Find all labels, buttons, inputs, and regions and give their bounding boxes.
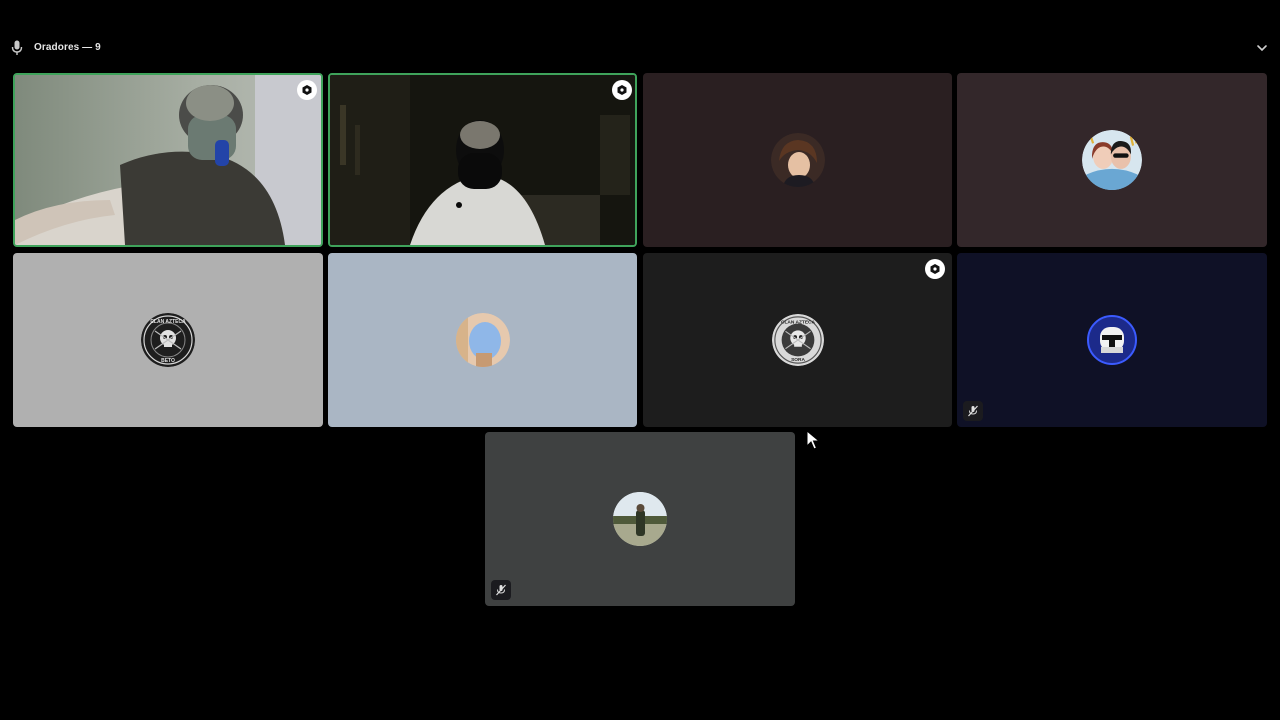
clone-trooper-avatar [1087, 315, 1137, 365]
muted-mic-icon [491, 580, 511, 600]
chevron-down-icon[interactable] [1255, 42, 1269, 54]
participant-tile[interactable] [957, 73, 1267, 247]
svg-text:BETO: BETO [161, 358, 175, 364]
participant-tile[interactable]: CLAN AZTECA SORA [643, 253, 952, 427]
participant-tile-video[interactable] [328, 73, 637, 247]
svg-text:CLAN AZTECA: CLAN AZTECA [150, 319, 186, 325]
svg-text:CLAN AZTECA: CLAN AZTECA [781, 320, 815, 326]
participant-tile[interactable] [957, 253, 1267, 427]
blue-drawing-avatar [455, 313, 510, 367]
muted-mic-icon [963, 401, 983, 421]
video-feed [15, 75, 321, 245]
clan-azteca-skull-avatar: CLAN AZTECA BETO [141, 313, 195, 367]
clan-azteca-skull-avatar: CLAN AZTECA SORA [771, 314, 824, 366]
stage-speakers-header: Oradores — 9 [0, 36, 1280, 60]
landscape-photo-avatar [613, 492, 667, 546]
microphone-icon [11, 40, 23, 55]
mouse-cursor-icon [806, 430, 820, 450]
couple-avatar [1082, 130, 1142, 190]
speakers-count-label: Oradores — 9 [34, 42, 101, 53]
svg-text:SORA: SORA [791, 357, 805, 363]
participant-tile[interactable] [643, 73, 952, 247]
stream-badge-icon [925, 259, 945, 279]
participant-tile-video[interactable] [13, 73, 323, 247]
participant-tile[interactable] [485, 432, 795, 606]
stream-badge-icon [297, 80, 317, 100]
participant-tile[interactable]: CLAN AZTECA BETO [13, 253, 323, 427]
stream-badge-icon [612, 80, 632, 100]
anime-boy-avatar [770, 133, 825, 187]
video-feed [330, 75, 635, 245]
participant-tile[interactable] [328, 253, 637, 427]
